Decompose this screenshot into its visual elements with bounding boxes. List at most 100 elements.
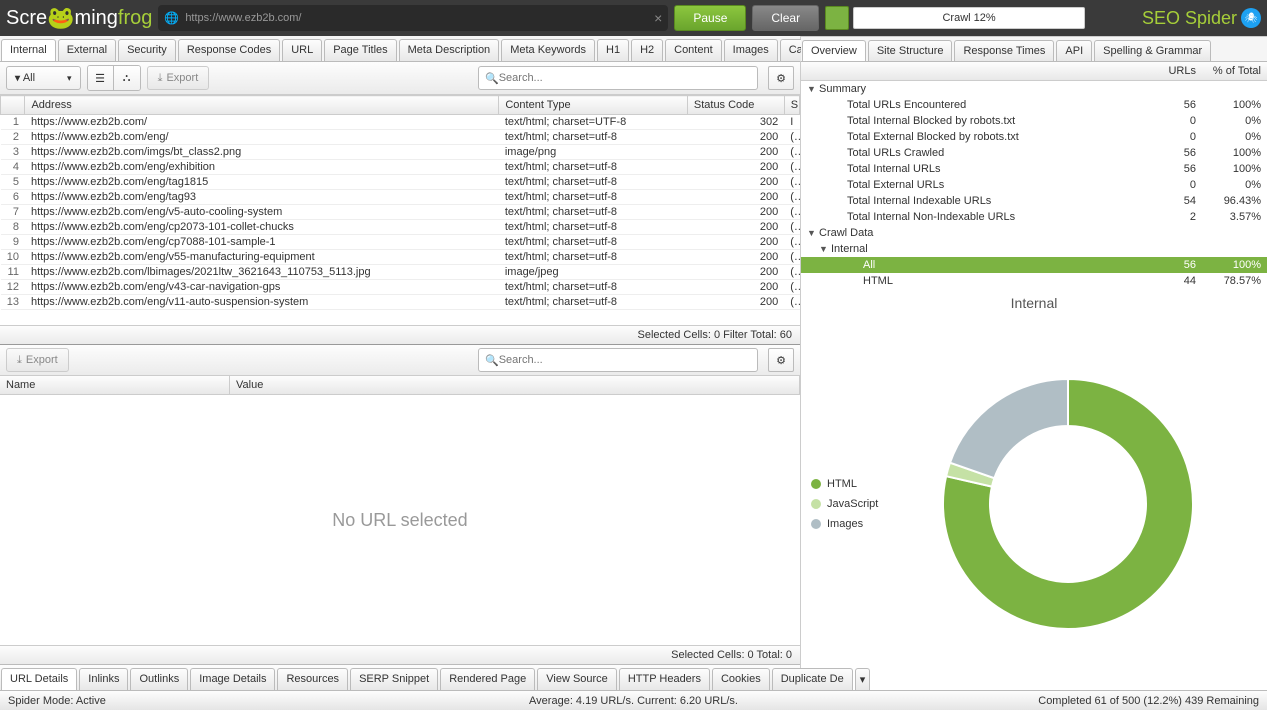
overview-tree[interactable]: ▼SummaryTotal URLs Encountered56100%Tota… [801, 81, 1267, 289]
top-bar: Scre🐸mingfrog 🌐 https://www.ezb2b.com/ ×… [0, 0, 1267, 36]
tab-security[interactable]: Security [118, 39, 176, 61]
col-rownum[interactable] [1, 96, 25, 115]
col-s[interactable]: S [784, 96, 799, 115]
detail-tab-http-headers[interactable]: HTTP Headers [619, 668, 710, 690]
table-row[interactable]: 6https://www.ezb2b.com/eng/tag93text/htm… [1, 190, 800, 205]
lower-filter-settings-button[interactable]: ⚙ [768, 348, 794, 372]
tree-row[interactable]: ▼Crawl Data [801, 225, 1267, 241]
status-mid: Average: 4.19 URL/s. Current: 6.20 URL/s… [529, 695, 738, 707]
globe-icon: 🌐 [164, 11, 179, 25]
legend-item: JavaScript [811, 498, 878, 510]
tab-meta-keywords[interactable]: Meta Keywords [501, 39, 595, 61]
export-icon: ⤓ [158, 72, 163, 85]
lower-grid-footer: Selected Cells: 0 Total: 0 [0, 645, 800, 664]
right-tab-site-structure[interactable]: Site Structure [868, 40, 953, 61]
overview-header: URLs % of Total [801, 62, 1267, 81]
col-name[interactable]: Name [0, 376, 230, 394]
product-name: SEO Spider 🕷 [1142, 8, 1261, 29]
status-bar: Spider Mode: Active Average: 4.19 URL/s.… [0, 690, 1267, 710]
table-row[interactable]: 5https://www.ezb2b.com/eng/tag1815text/h… [1, 175, 800, 190]
tab-meta-description[interactable]: Meta Description [399, 39, 500, 61]
table-row[interactable]: 10https://www.ezb2b.com/eng/v55-manufact… [1, 250, 800, 265]
status-left: Spider Mode: Active [8, 695, 106, 707]
table-row[interactable]: 8https://www.ezb2b.com/eng/cp2073-101-co… [1, 220, 800, 235]
chart-title: Internal [801, 289, 1267, 317]
clear-button[interactable]: Clear [752, 5, 819, 31]
filter-dropdown[interactable]: ▾ All ▾ [6, 66, 81, 90]
filter-toolbar: ▾ All ▾ ☰ ⛬ ⤓Export 🔍 ⚙ [0, 62, 800, 95]
tree-row[interactable]: ▼Summary [801, 81, 1267, 97]
legend-item: Images [811, 518, 878, 530]
url-grid[interactable]: Address Content Type Status Code S 1http… [0, 95, 800, 325]
detail-tab-url-details[interactable]: URL Details [1, 668, 77, 690]
detail-tab-resources[interactable]: Resources [277, 668, 348, 690]
tree-row[interactable]: Total URLs Crawled56100% [801, 145, 1267, 161]
col-urls[interactable]: URLs [1137, 62, 1202, 80]
export-button[interactable]: ⤓Export [147, 66, 210, 90]
clear-url-icon[interactable]: × [654, 10, 662, 26]
tab-internal[interactable]: Internal [1, 39, 56, 61]
url-input[interactable]: 🌐 https://www.ezb2b.com/ × [158, 5, 668, 31]
col-address[interactable]: Address [25, 96, 499, 115]
table-row[interactable]: 13https://www.ezb2b.com/eng/v11-auto-sus… [1, 295, 800, 310]
tab-external[interactable]: External [58, 39, 116, 61]
table-row[interactable]: 4https://www.ezb2b.com/eng/exhibitiontex… [1, 160, 800, 175]
no-url-placeholder: No URL selected [0, 395, 800, 645]
tab-response-codes[interactable]: Response Codes [178, 39, 280, 61]
table-row[interactable]: 12https://www.ezb2b.com/eng/v43-car-navi… [1, 280, 800, 295]
col-status-code[interactable]: Status Code [687, 96, 784, 115]
tree-row[interactable]: Total External Blocked by robots.txt00% [801, 129, 1267, 145]
detail-tab-serp-snippet[interactable]: SERP Snippet [350, 668, 438, 690]
search-input[interactable]: 🔍 [478, 66, 758, 90]
tab-h1[interactable]: H1 [597, 39, 629, 61]
table-row[interactable]: 2https://www.ezb2b.com/eng/text/html; ch… [1, 130, 800, 145]
tree-row[interactable]: Total Internal Non-Indexable URLs23.57% [801, 209, 1267, 225]
tree-row[interactable]: Total URLs Encountered56100% [801, 97, 1267, 113]
detail-tab-view-source[interactable]: View Source [537, 668, 617, 690]
tree-row[interactable]: Total Internal URLs56100% [801, 161, 1267, 177]
right-tab-api[interactable]: API [1056, 40, 1092, 61]
lower-export-button[interactable]: ⤓Export [6, 348, 69, 372]
tab-images[interactable]: Images [724, 39, 778, 61]
tree-view-button[interactable]: ⛬ [114, 66, 140, 90]
search-icon: 🔍 [485, 354, 499, 367]
tree-row[interactable]: HTML4478.57% [801, 273, 1267, 289]
tab-content[interactable]: Content [665, 39, 722, 61]
grid-footer: Selected Cells: 0 Filter Total: 60 [0, 325, 800, 344]
lower-toolbar: ⤓Export 🔍 ⚙ [0, 345, 800, 376]
tree-row[interactable]: ▼Internal [801, 241, 1267, 257]
detail-tab-cookies[interactable]: Cookies [712, 668, 770, 690]
url-text: https://www.ezb2b.com/ [185, 12, 301, 24]
lower-search-input[interactable]: 🔍 [478, 348, 758, 372]
table-row[interactable]: 7https://www.ezb2b.com/eng/v5-auto-cooli… [1, 205, 800, 220]
filter-settings-button[interactable]: ⚙ [768, 66, 794, 90]
right-tab-overview[interactable]: Overview [802, 40, 866, 61]
donut-chart [878, 374, 1257, 634]
list-view-button[interactable]: ☰ [88, 66, 114, 90]
detail-tab-image-details[interactable]: Image Details [190, 668, 275, 690]
search-icon: 🔍 [485, 72, 499, 85]
right-tab-spelling-grammar[interactable]: Spelling & Grammar [1094, 40, 1211, 61]
table-row[interactable]: 1https://www.ezb2b.com/text/html; charse… [1, 115, 800, 130]
tree-row[interactable]: Total Internal Indexable URLs5496.43% [801, 193, 1267, 209]
table-row[interactable]: 11https://www.ezb2b.com/lbimages/2021ltw… [1, 265, 800, 280]
right-tab-response-times[interactable]: Response Times [954, 40, 1054, 61]
export-icon: ⤓ [17, 354, 22, 367]
table-row[interactable]: 3https://www.ezb2b.com/imgs/bt_class2.pn… [1, 145, 800, 160]
tab-url[interactable]: URL [282, 39, 322, 61]
status-right: Completed 61 of 500 (12.2%) 439 Remainin… [1038, 695, 1259, 707]
tree-row[interactable]: Total Internal Blocked by robots.txt00% [801, 113, 1267, 129]
tab-page-titles[interactable]: Page Titles [324, 39, 396, 61]
tree-row[interactable]: Total External URLs00% [801, 177, 1267, 193]
col-content-type[interactable]: Content Type [499, 96, 688, 115]
col-pct[interactable]: % of Total [1202, 62, 1267, 80]
tab-h2[interactable]: H2 [631, 39, 663, 61]
table-row[interactable]: 9https://www.ezb2b.com/eng/cp7088-101-sa… [1, 235, 800, 250]
col-value[interactable]: Value [230, 376, 800, 394]
pause-button[interactable]: Pause [674, 5, 746, 31]
detail-tab-inlinks[interactable]: Inlinks [79, 668, 128, 690]
detail-tab-outlinks[interactable]: Outlinks [130, 668, 188, 690]
chevron-down-icon: ▾ [67, 73, 72, 84]
detail-tab-rendered-page[interactable]: Rendered Page [440, 668, 535, 690]
tree-row[interactable]: All56100% [801, 257, 1267, 273]
